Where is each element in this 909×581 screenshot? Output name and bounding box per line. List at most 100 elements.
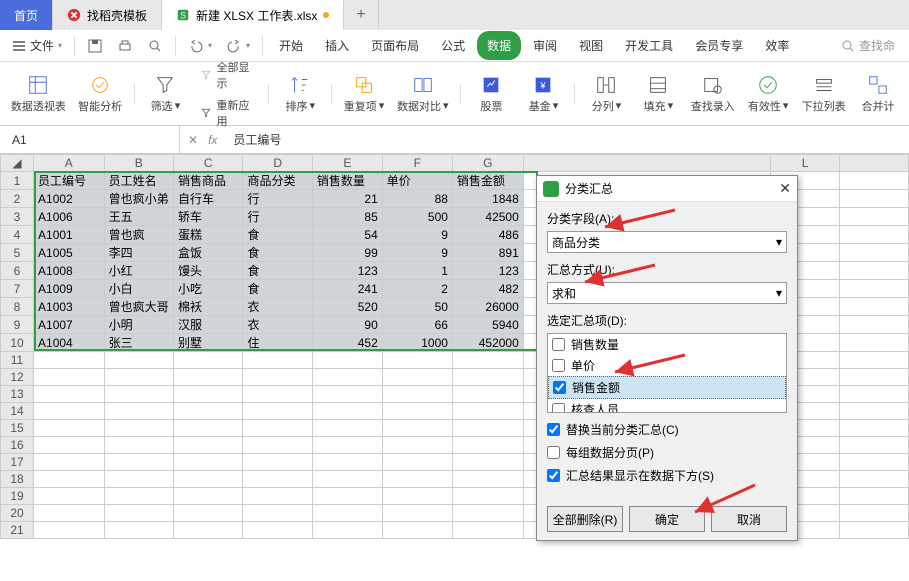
merge-calc-button[interactable]: 合并计 bbox=[853, 72, 903, 116]
row-header[interactable]: 4 bbox=[1, 226, 34, 244]
cancel-button[interactable]: 取消 bbox=[711, 506, 787, 532]
compare-button[interactable]: 数据对比 ▾ bbox=[392, 72, 454, 116]
cell[interactable]: 小吃 bbox=[174, 280, 243, 298]
row-header[interactable]: 3 bbox=[1, 208, 34, 226]
cell[interactable]: 销售商品 bbox=[174, 172, 243, 190]
stock-button[interactable]: 股票 bbox=[466, 72, 516, 116]
cell[interactable]: 食 bbox=[243, 280, 312, 298]
cell[interactable]: 小明 bbox=[104, 316, 173, 334]
cell[interactable]: 张三 bbox=[104, 334, 173, 352]
cell[interactable]: 小白 bbox=[104, 280, 173, 298]
cell[interactable]: 1000 bbox=[382, 334, 452, 352]
cell[interactable]: 行 bbox=[243, 208, 312, 226]
cell[interactable]: 自行车 bbox=[174, 190, 243, 208]
select-all-corner[interactable]: ◢ bbox=[1, 155, 34, 172]
cell[interactable]: A1009 bbox=[34, 280, 105, 298]
cell[interactable]: 99 bbox=[312, 244, 382, 262]
pagebreak-check[interactable]: 每组数据分页(P) bbox=[547, 444, 787, 461]
cell[interactable]: 123 bbox=[452, 262, 523, 280]
split-button[interactable]: 分列 ▾ bbox=[581, 72, 631, 116]
pivot-button[interactable]: 数据透视表 bbox=[6, 72, 71, 116]
menu-efficiency[interactable]: 效率 bbox=[755, 31, 799, 60]
item-checkbox[interactable] bbox=[552, 359, 565, 372]
row-header[interactable]: 19 bbox=[1, 488, 34, 505]
removeall-button[interactable]: 全部删除(R) bbox=[547, 506, 623, 532]
cell[interactable]: 衣 bbox=[243, 298, 312, 316]
cell[interactable]: 9 bbox=[382, 244, 452, 262]
cell[interactable]: A1006 bbox=[34, 208, 105, 226]
menu-review[interactable]: 审阅 bbox=[523, 31, 567, 60]
cell[interactable]: 王五 bbox=[104, 208, 173, 226]
app-menu-button[interactable]: 文件▾ bbox=[6, 33, 68, 58]
row-header[interactable]: 18 bbox=[1, 471, 34, 488]
smart-analysis-button[interactable]: 智能分析 bbox=[73, 72, 128, 116]
cell[interactable]: 1848 bbox=[452, 190, 523, 208]
cell[interactable]: 50 bbox=[382, 298, 452, 316]
menu-formula[interactable]: 公式 bbox=[431, 31, 475, 60]
cell[interactable]: 241 bbox=[312, 280, 382, 298]
row-header[interactable]: 6 bbox=[1, 262, 34, 280]
cell[interactable]: 1 bbox=[382, 262, 452, 280]
tab-document[interactable]: S 新建 XLSX 工作表.xlsx bbox=[162, 0, 344, 30]
cell[interactable]: 曾也疯 bbox=[104, 226, 173, 244]
cell[interactable]: A1004 bbox=[34, 334, 105, 352]
menu-data[interactable]: 数据 bbox=[477, 31, 521, 60]
cell[interactable]: 21 bbox=[312, 190, 382, 208]
col-header[interactable]: A bbox=[34, 155, 105, 172]
close-icon[interactable]: ✕ bbox=[779, 180, 791, 197]
fx-icon[interactable]: fx bbox=[208, 133, 217, 147]
cell[interactable]: A1007 bbox=[34, 316, 105, 334]
cell[interactable]: 李四 bbox=[104, 244, 173, 262]
fund-button[interactable]: ¥基金 ▾ bbox=[518, 72, 568, 116]
cell[interactable]: 蛋糕 bbox=[174, 226, 243, 244]
cell[interactable]: 盒饭 bbox=[174, 244, 243, 262]
cell[interactable]: 42500 bbox=[452, 208, 523, 226]
tab-template[interactable]: 找稻壳模板 bbox=[53, 0, 162, 30]
cell[interactable]: A1005 bbox=[34, 244, 105, 262]
save-button[interactable] bbox=[81, 34, 109, 58]
cell[interactable]: 54 bbox=[312, 226, 382, 244]
cell[interactable]: 88 bbox=[382, 190, 452, 208]
row-header[interactable]: 9 bbox=[1, 316, 34, 334]
cell[interactable]: 曾也疯小弟 bbox=[104, 190, 173, 208]
cell[interactable]: A1002 bbox=[34, 190, 105, 208]
name-box[interactable]: A1 bbox=[0, 126, 180, 153]
row-header[interactable]: 21 bbox=[1, 522, 34, 539]
cell[interactable]: 棉袄 bbox=[174, 298, 243, 316]
dialog-titlebar[interactable]: 分类汇总 ✕ bbox=[537, 176, 797, 202]
cell[interactable]: 452 bbox=[312, 334, 382, 352]
print-button[interactable] bbox=[111, 34, 139, 58]
row-header[interactable]: 13 bbox=[1, 386, 34, 403]
undo-button[interactable]: ▾ bbox=[182, 34, 218, 58]
col-header[interactable]: L bbox=[771, 155, 840, 172]
ok-button[interactable]: 确定 bbox=[629, 506, 705, 532]
cell[interactable]: 123 bbox=[312, 262, 382, 280]
cell[interactable]: 商品分类 bbox=[243, 172, 312, 190]
tab-new[interactable]: + bbox=[344, 0, 378, 30]
validation-button[interactable]: 有效性 ▾ bbox=[742, 72, 794, 116]
formula-input[interactable]: 员工编号 bbox=[225, 131, 909, 148]
row-header[interactable]: 11 bbox=[1, 352, 34, 369]
col-header[interactable] bbox=[523, 155, 770, 172]
duplicates-button[interactable]: 重复项 ▾ bbox=[338, 72, 390, 116]
dropdown-button[interactable]: 下拉列表 bbox=[796, 72, 851, 116]
preview-button[interactable] bbox=[141, 34, 169, 58]
cell[interactable]: A1003 bbox=[34, 298, 105, 316]
row-header[interactable]: 8 bbox=[1, 298, 34, 316]
cell[interactable]: 500 bbox=[382, 208, 452, 226]
row-header[interactable]: 17 bbox=[1, 454, 34, 471]
item-checkbox[interactable] bbox=[552, 338, 565, 351]
row-header[interactable]: 14 bbox=[1, 403, 34, 420]
cell[interactable]: 曾也疯大哥 bbox=[104, 298, 173, 316]
cell[interactable]: A1008 bbox=[34, 262, 105, 280]
cell[interactable]: 食 bbox=[243, 226, 312, 244]
tab-home[interactable]: 首页 bbox=[0, 0, 53, 30]
cell[interactable]: 员工姓名 bbox=[104, 172, 173, 190]
row-header[interactable]: 2 bbox=[1, 190, 34, 208]
cell[interactable]: A1001 bbox=[34, 226, 105, 244]
cell[interactable]: 482 bbox=[452, 280, 523, 298]
cell[interactable]: 行 bbox=[243, 190, 312, 208]
cell[interactable]: 26000 bbox=[452, 298, 523, 316]
col-header[interactable]: B bbox=[104, 155, 173, 172]
col-header[interactable]: F bbox=[382, 155, 452, 172]
